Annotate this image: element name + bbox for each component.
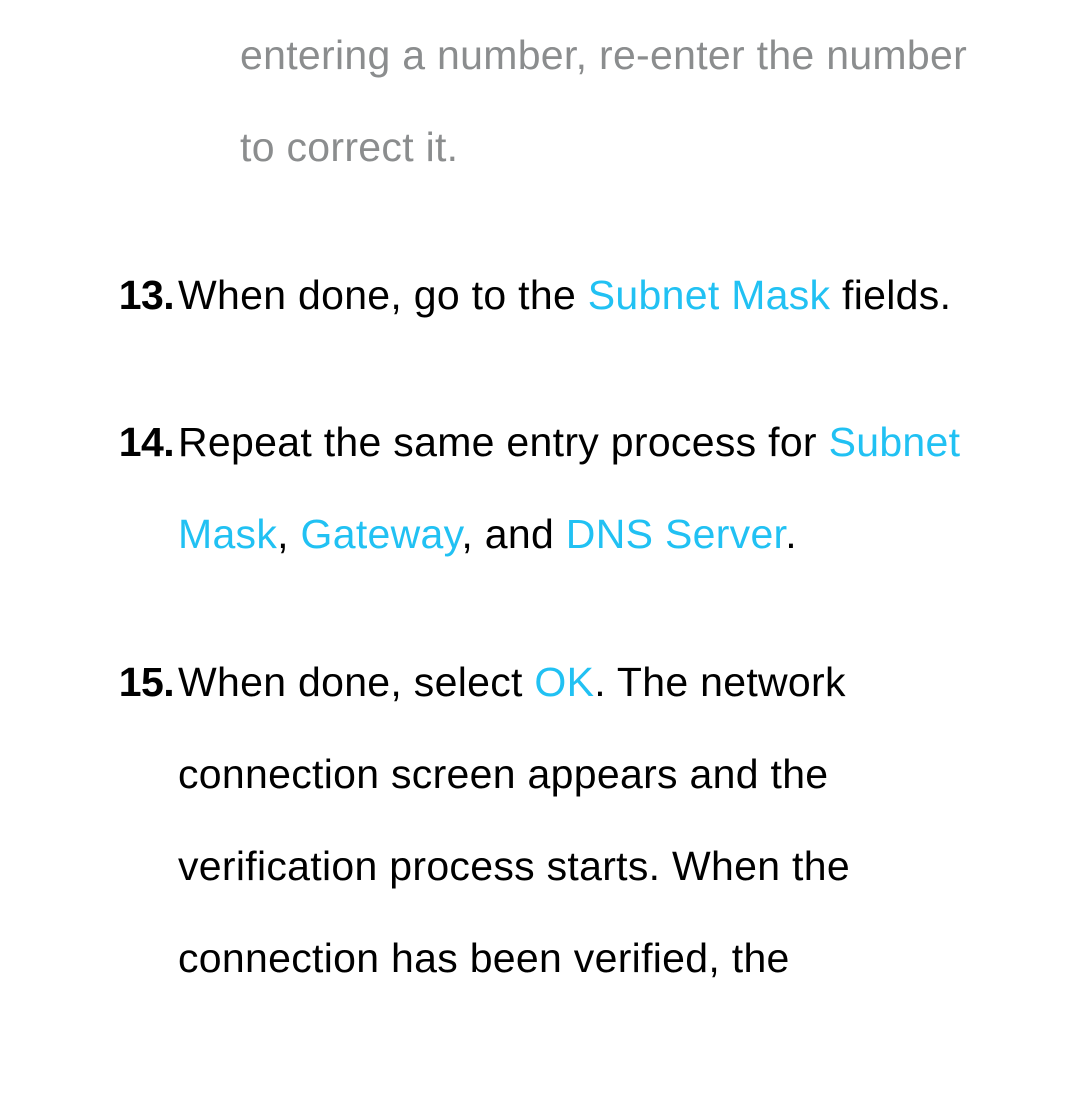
step-14: 14. Repeat the same entry process for Su… (106, 397, 1060, 581)
ordered-steps-list: 13. When done, go to the Subnet Mask fie… (106, 250, 1060, 1005)
step-text: . (785, 511, 797, 557)
step-text: . The network connection screen appears … (178, 659, 850, 980)
step-text: fields. (830, 272, 951, 318)
step-number: 15. (100, 637, 174, 729)
step-13: 13. When done, go to the Subnet Mask fie… (106, 250, 1060, 342)
step-number: 13. (100, 250, 174, 342)
step-15: 15. When done, select OK. The network co… (106, 637, 1060, 1004)
step-text: , and (461, 511, 565, 557)
keyword-ok: OK (534, 659, 594, 705)
keyword-dns-server: DNS Server (566, 511, 785, 557)
keyword-gateway: Gateway (301, 511, 462, 557)
keyword-subnet-mask: Subnet Mask (588, 272, 831, 318)
step-text: Repeat the same entry process for (178, 419, 829, 465)
intro-text: entering a number, re-enter the number t… (240, 32, 967, 170)
document-page: entering a number, re-enter the number t… (0, 0, 1080, 1004)
step-text: , (277, 511, 300, 557)
step-number: 14. (100, 397, 174, 489)
intro-paragraph: entering a number, re-enter the number t… (106, 10, 1060, 194)
step-text: When done, select (178, 659, 534, 705)
step-text: When done, go to the (178, 272, 588, 318)
